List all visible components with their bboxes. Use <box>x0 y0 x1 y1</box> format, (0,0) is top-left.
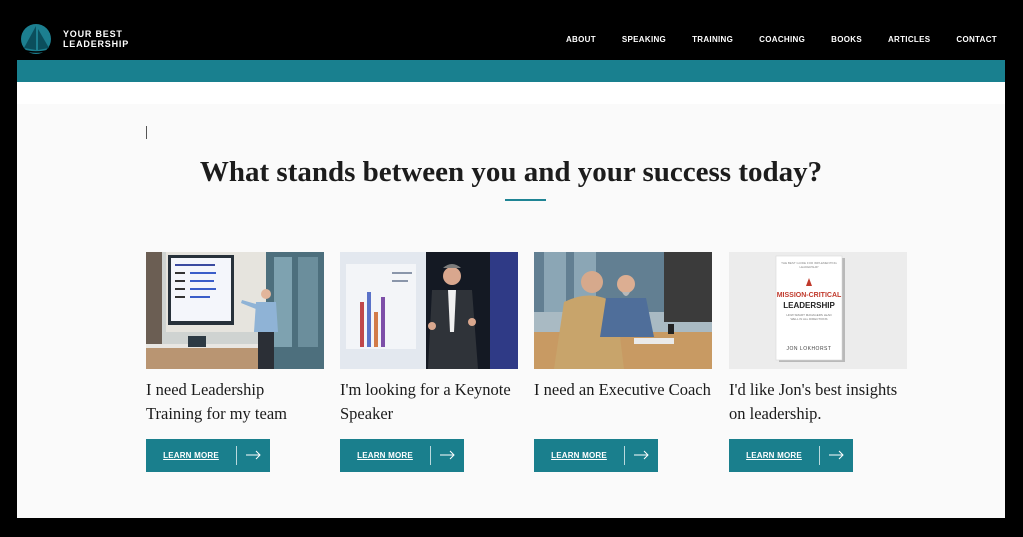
card-title: I need Leadership Training for my team <box>146 380 287 423</box>
text-cursor <box>146 126 147 139</box>
nav-books[interactable]: BOOKS <box>831 35 862 44</box>
learn-more-button[interactable]: LEARN MORE <box>534 439 658 472</box>
main-nav: ABOUT SPEAKING TRAINING COACHING BOOKS A… <box>540 18 997 60</box>
button-divider <box>819 446 820 465</box>
nav-articles[interactable]: ARTICLES <box>888 35 930 44</box>
training-photo[interactable] <box>146 252 324 369</box>
arrow-right-icon <box>246 450 261 460</box>
site-header: YOUR BEST LEADERSHIP ABOUT SPEAKING TRAI… <box>17 18 1005 60</box>
spacer-band <box>17 82 1005 104</box>
site-logo[interactable]: YOUR BEST LEADERSHIP <box>19 23 129 55</box>
book-title-line-1: MISSION-CRITICAL <box>776 292 842 299</box>
button-label: LEARN MORE <box>357 451 413 460</box>
brand-line-2: LEADERSHIP <box>63 39 130 49</box>
book-top-line: THE BEST GUIDE FOR IMPLEMENTING LEADERSH… <box>781 261 837 269</box>
card-title: I'm looking for a Keynote Speaker <box>340 380 511 423</box>
button-divider <box>236 446 237 465</box>
book-author: JON LOKHORST <box>786 346 832 352</box>
button-label: LEARN MORE <box>746 451 802 460</box>
arrow-right-icon <box>440 450 455 460</box>
coaching-photo[interactable] <box>534 252 712 369</box>
nav-contact[interactable]: CONTACT <box>956 35 997 44</box>
book-title-line-2: LEADERSHIP <box>783 301 835 310</box>
learn-more-button[interactable]: LEARN MORE <box>146 439 270 472</box>
button-divider <box>430 446 431 465</box>
card-training: I need Leadership Training for my team L… <box>146 252 324 472</box>
arrow-right-icon <box>634 450 649 460</box>
speaker-photo[interactable] <box>340 252 518 369</box>
book-cover[interactable]: THE BEST GUIDE FOR IMPLEMENTING LEADERSH… <box>729 252 907 369</box>
nav-about[interactable]: ABOUT <box>566 35 596 44</box>
accent-band <box>17 60 1005 82</box>
button-divider <box>624 446 625 465</box>
page-frame: YOUR BEST LEADERSHIP ABOUT SPEAKING TRAI… <box>17 18 1005 518</box>
headline-divider <box>505 199 546 201</box>
card-title: I need an Executive Coach <box>534 380 711 399</box>
brand-line-1: YOUR BEST <box>63 29 123 39</box>
nav-coaching[interactable]: COACHING <box>759 35 805 44</box>
button-label: LEARN MORE <box>551 451 607 460</box>
card-coaching: I need an Executive Coach LEARN MORE <box>534 252 712 472</box>
learn-more-button[interactable]: LEARN MORE <box>340 439 464 472</box>
button-label: LEARN MORE <box>163 451 219 460</box>
card-book: THE BEST GUIDE FOR IMPLEMENTING LEADERSH… <box>729 252 907 472</box>
book-subtitle: HOW SMART MANAGERS LEAD WELL IN ALL DIRE… <box>786 313 832 321</box>
arrow-right-icon <box>829 450 844 460</box>
card-keynote: I'm looking for a Keynote Speaker LEARN … <box>340 252 518 472</box>
card-title: I'd like Jon's best insights on leadersh… <box>729 380 898 423</box>
nav-speaking[interactable]: SPEAKING <box>622 35 666 44</box>
nav-training[interactable]: TRAINING <box>692 35 733 44</box>
page-headline: What stands between you and your success… <box>199 156 823 188</box>
sailboat-logo-icon <box>21 24 51 54</box>
brand-name: YOUR BEST LEADERSHIP <box>63 29 129 49</box>
learn-more-button[interactable]: LEARN MORE <box>729 439 853 472</box>
